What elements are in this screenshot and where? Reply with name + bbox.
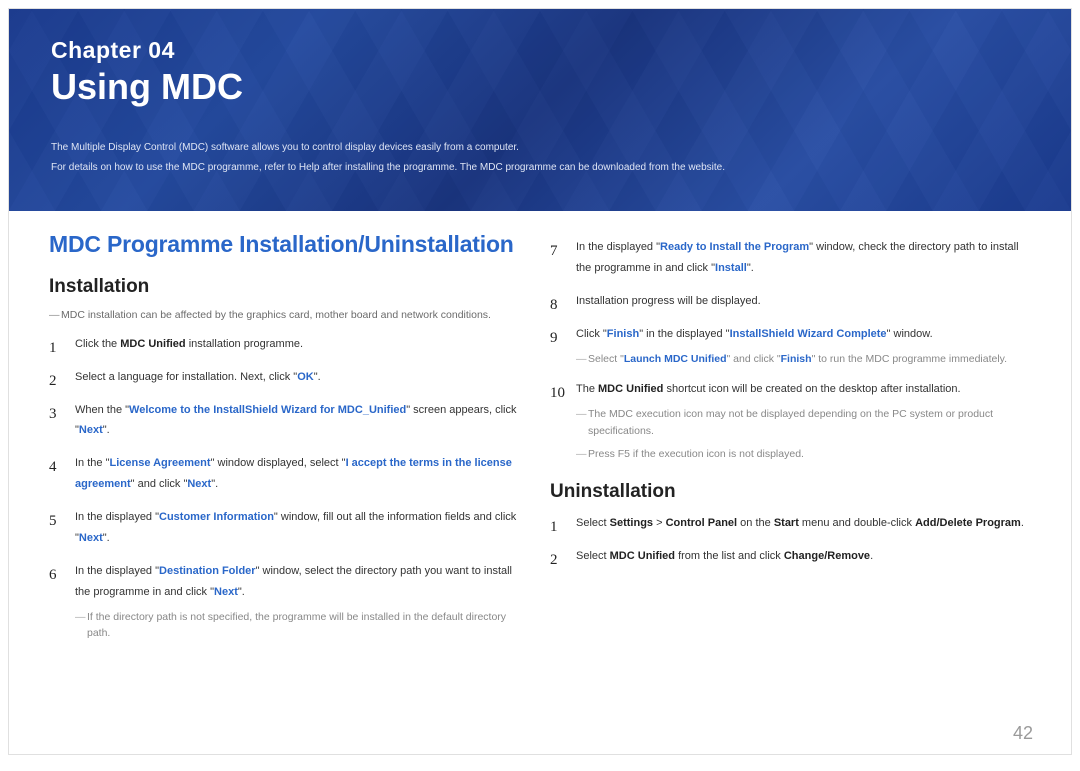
step-9: Click "Finish" in the displayed "Install… xyxy=(550,324,1031,368)
installation-note: MDC installation can be affected by the … xyxy=(49,308,530,324)
step-10-note-2: Press F5 if the execution icon is not di… xyxy=(576,446,1031,463)
left-column: MDC Programme Installation/Uninstallatio… xyxy=(49,231,530,654)
step-10: The MDC Unified shortcut icon will be cr… xyxy=(550,379,1031,462)
step-6-note: If the directory path is not specified, … xyxy=(75,609,530,643)
step-9-note: Select "Launch MDC Unified" and click "F… xyxy=(576,351,1031,368)
step-8: Installation progress will be displayed. xyxy=(550,291,1031,312)
uninstall-step-2: Select MDC Unified from the list and cli… xyxy=(550,546,1031,567)
installation-steps: Click the MDC Unified installation progr… xyxy=(49,334,530,643)
step-1: Click the MDC Unified installation progr… xyxy=(49,334,530,355)
section-title: MDC Programme Installation/Uninstallatio… xyxy=(49,231,530,258)
chapter-intro: The Multiple Display Control (MDC) softw… xyxy=(51,140,1029,176)
step-2: Select a language for installation. Next… xyxy=(49,367,530,388)
document-page: Chapter 04 Using MDC The Multiple Displa… xyxy=(8,8,1072,755)
uninstallation-steps: Select Settings > Control Panel on the S… xyxy=(550,513,1031,567)
step-6: In the displayed "Destination Folder" wi… xyxy=(49,561,530,642)
chapter-label: Chapter 04 xyxy=(51,37,1029,64)
step-5: In the displayed "Customer Information" … xyxy=(49,507,530,549)
step-10-note-1: The MDC execution icon may not be displa… xyxy=(576,406,1031,440)
right-column: In the displayed "Ready to Install the P… xyxy=(550,231,1031,654)
uninstallation-heading: Uninstallation xyxy=(550,481,1031,503)
step-3: When the "Welcome to the InstallShield W… xyxy=(49,400,530,442)
step-4: In the "License Agreement" window displa… xyxy=(49,453,530,495)
intro-line-2: For details on how to use the MDC progra… xyxy=(51,160,1029,176)
chapter-banner: Chapter 04 Using MDC The Multiple Displa… xyxy=(9,9,1071,211)
chapter-title: Using MDC xyxy=(51,66,1029,108)
content-area: MDC Programme Installation/Uninstallatio… xyxy=(9,211,1071,654)
page-number: 42 xyxy=(1013,723,1033,744)
intro-line-1: The Multiple Display Control (MDC) softw… xyxy=(51,140,1029,156)
step-7: In the displayed "Ready to Install the P… xyxy=(550,237,1031,279)
installation-heading: Installation xyxy=(49,276,530,298)
uninstall-step-1: Select Settings > Control Panel on the S… xyxy=(550,513,1031,534)
installation-steps-cont: In the displayed "Ready to Install the P… xyxy=(550,237,1031,463)
